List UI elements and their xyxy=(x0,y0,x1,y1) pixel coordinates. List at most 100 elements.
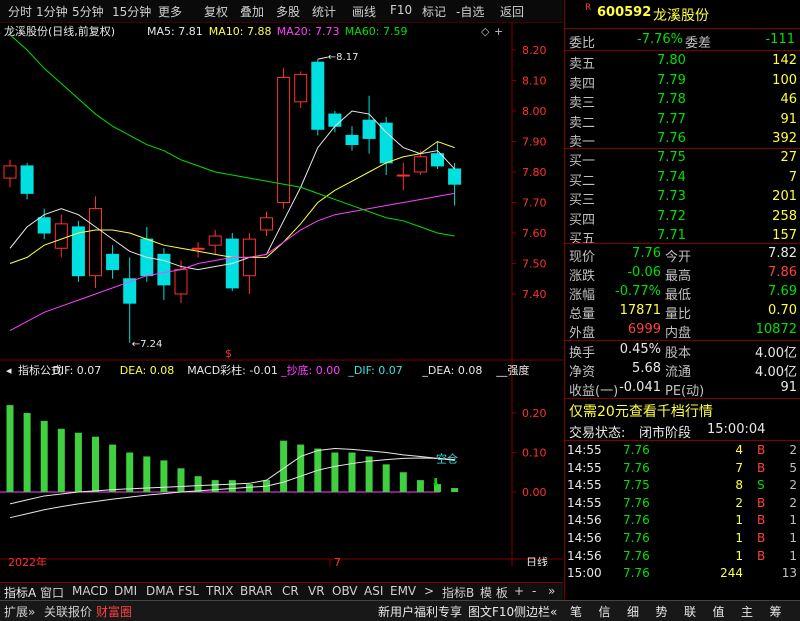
indicator-tab-8[interactable]: CR xyxy=(282,584,299,598)
indicator-legend-7: __强度 xyxy=(495,363,529,377)
indicator-tab-3[interactable]: DMI xyxy=(114,584,137,598)
tick-price: 7.76 xyxy=(623,495,650,510)
indicator-tab-bar: 指标A 窗口 MACD DMI DMA FSL TRIX BRAR CR VR OBV ASI EMV >… xyxy=(0,582,563,601)
indicator-tab-16[interactable]: + xyxy=(514,584,524,598)
ma-legend-1: MA10: 7.88 xyxy=(209,25,272,38)
status-left-2[interactable]: 财富圈 xyxy=(96,603,132,620)
weibi-row: 委比 -7.76% 委差 -111 xyxy=(565,31,800,51)
toolbar-item-2[interactable]: 5分钟 xyxy=(72,3,104,20)
kline-chart-svg[interactable]: 龙溪股份(日线,前复权) MA5: 7.81 MA10: 7.88 MA20: 7.7… xyxy=(0,21,563,569)
ma-legend-0: MA5: 7.81 xyxy=(147,25,203,38)
tick-volume: 1 xyxy=(735,548,743,563)
bid-label: 买四 xyxy=(569,212,596,228)
macd-bar-26 xyxy=(451,488,459,492)
toolbar-item-5[interactable]: 复权 xyxy=(204,3,228,20)
quote-tab-4[interactable]: 联 xyxy=(684,603,696,620)
indicator-tab-5[interactable]: FSL xyxy=(178,584,199,598)
quote-tab-1[interactable]: 信 xyxy=(599,603,611,620)
toolbar-item-12[interactable]: -自选 xyxy=(456,3,484,20)
indicator-tab-6[interactable]: TRIX xyxy=(206,584,233,598)
stat2-value: 0.45% xyxy=(619,342,661,357)
toolbar-item-3[interactable]: 15分钟 xyxy=(112,3,151,20)
ask-price: 7.80 xyxy=(657,53,686,68)
stat-label: 涨幅 xyxy=(569,288,596,303)
toolbar-item-10[interactable]: F10 xyxy=(390,3,412,17)
indicator-tab-15[interactable]: 模 板 xyxy=(480,584,508,601)
indicator-tab-13[interactable]: > xyxy=(424,584,434,598)
stat-value: 7.76 xyxy=(632,246,661,261)
candle-body-7 xyxy=(123,278,137,304)
stock-name: 龙溪股份 xyxy=(653,8,709,24)
toolbar-item-4[interactable]: 更多 xyxy=(158,3,182,20)
toolbar-item-7[interactable]: 多股 xyxy=(276,3,300,20)
stat2-value: 5.68 xyxy=(632,361,661,376)
indicator-tab-12[interactable]: EMV xyxy=(390,584,416,598)
bid-divider xyxy=(565,243,800,244)
indicator-tab-11[interactable]: ASI xyxy=(364,584,383,598)
indicator-tab-1[interactable]: 窗口 xyxy=(40,584,64,601)
diamond-icon: ◇ xyxy=(481,25,490,38)
indicator-tab-4[interactable]: DMA xyxy=(146,584,174,598)
price-tick-label-0: 8.20 xyxy=(522,44,547,57)
quote-tab-2[interactable]: 细 xyxy=(627,603,639,620)
bid-volume: 27 xyxy=(780,150,797,165)
stat-label: 内盘 xyxy=(665,326,692,341)
indicator-tab-17[interactable]: - xyxy=(532,584,536,598)
status-right-2[interactable]: 侧边栏« xyxy=(514,603,557,620)
quote-tab-5[interactable]: 值 xyxy=(713,603,725,620)
stat-label: 今开 xyxy=(665,250,692,265)
status-left-1[interactable]: 关联报价 xyxy=(44,603,92,620)
kline-chart-area[interactable]: 龙溪股份(日线,前复权) MA5: 7.81 MA10: 7.88 MA20: 7.7… xyxy=(0,21,563,569)
status-bar: 扩展» 关联报价 财富圈 新用户福利专享 图文F10 侧边栏« 笔信细势联值主筹 xyxy=(0,600,800,621)
indicator-tab-18[interactable]: » xyxy=(548,584,555,598)
tick-count: 1 xyxy=(789,513,797,528)
macd-bar-17 xyxy=(297,444,305,492)
price-tick-label-8: 7.40 xyxy=(522,288,547,301)
indicator-tab-0[interactable]: 指标A xyxy=(4,584,36,601)
toolbar-item-1[interactable]: 1分钟 xyxy=(36,3,68,20)
toolbar-item-6[interactable]: 叠加 xyxy=(240,3,264,20)
stat2-label: 股本 xyxy=(665,346,692,361)
indicator-tab-9[interactable]: VR xyxy=(308,584,325,598)
toolbar-item-8[interactable]: 统计 xyxy=(312,3,336,20)
indicator-tab-10[interactable]: OBV xyxy=(332,584,358,598)
stat2-value: 4.00亿 xyxy=(755,346,797,361)
tick-price: 7.76 xyxy=(623,548,650,563)
stat-value: 7.82 xyxy=(768,246,797,261)
signal-label: 空仓 xyxy=(436,451,458,465)
toolbar-item-13[interactable]: 返回 xyxy=(500,3,524,20)
status-left-0[interactable]: 扩展» xyxy=(4,603,35,620)
quote-tab-0[interactable]: 笔 xyxy=(570,603,582,620)
stat-label: 涨跌 xyxy=(569,269,596,284)
toolbar-item-0[interactable]: 分时 xyxy=(8,3,32,20)
ask-volume: 91 xyxy=(780,111,797,127)
macd-bar-4 xyxy=(74,432,82,492)
toolbar-item-9[interactable]: 画线 xyxy=(352,3,376,20)
indicator-tab-2[interactable]: MACD xyxy=(72,584,108,598)
candle-body-3 xyxy=(54,223,68,249)
tick-price: 7.76 xyxy=(623,513,650,528)
indicator-tab-7[interactable]: BRAR xyxy=(240,584,273,598)
promo-row[interactable]: 仅需20元查看千档行情 xyxy=(565,400,800,421)
candle-body-1 xyxy=(20,165,34,194)
indicator-legend-5: _DIF: 0.07 xyxy=(347,364,402,377)
status-right-1[interactable]: 图文F10 xyxy=(468,603,514,620)
indicator-tab-14[interactable]: 指标B xyxy=(442,584,474,601)
ask-volume: 142 xyxy=(772,53,797,68)
stat2-label: 收益(一) xyxy=(569,384,619,399)
tick-price: 7.76 xyxy=(623,460,650,475)
promo-link[interactable]: 仅需20元查看千档行情 xyxy=(569,401,713,421)
stat-value: -0.77% xyxy=(615,284,661,299)
dollar-marker: $ xyxy=(225,347,232,360)
quote-tab-3[interactable]: 势 xyxy=(656,603,668,620)
quote-tab-7[interactable]: 筹 xyxy=(770,603,782,620)
stat-row: 总量 17871 量比 0.70 xyxy=(565,302,800,322)
status-right-0[interactable]: 新用户福利专享 xyxy=(378,603,462,620)
header-divider xyxy=(565,28,800,29)
toolbar-item-11[interactable]: 标记 xyxy=(422,3,446,20)
macd-bar-11 xyxy=(194,476,202,492)
macd-bar-3 xyxy=(57,428,65,492)
quote-tab-6[interactable]: 主 xyxy=(741,603,753,620)
tick-row: 14:56 7.76 1 B 1 xyxy=(565,548,800,567)
stat-label: 最低 xyxy=(665,288,692,303)
